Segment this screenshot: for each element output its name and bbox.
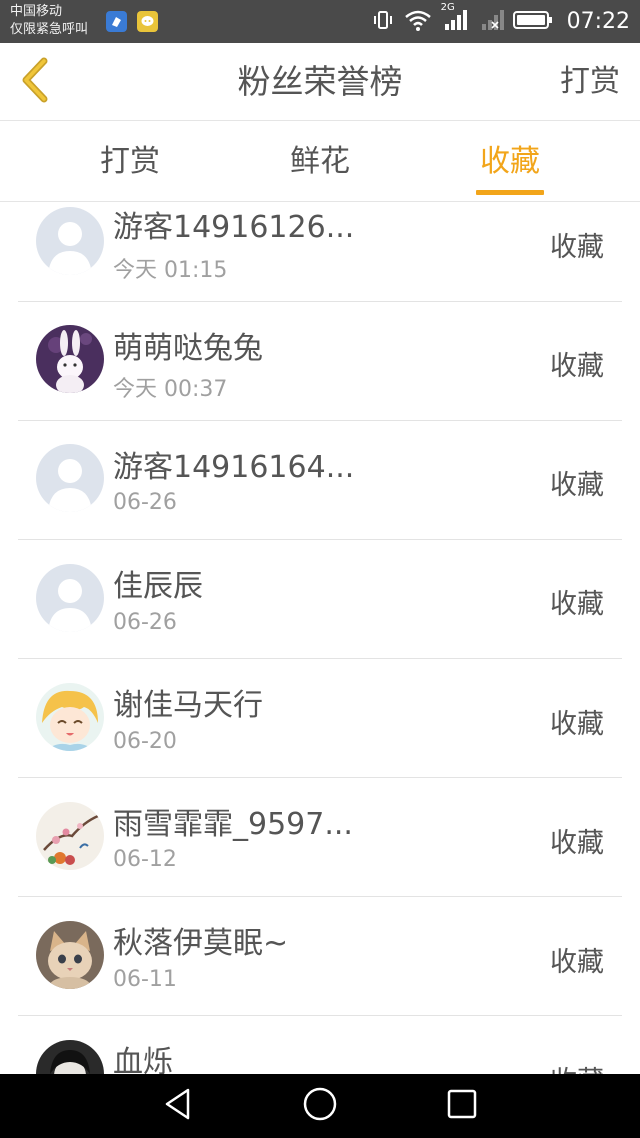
favorite-label: 收藏 xyxy=(550,828,604,859)
rabbit-avatar xyxy=(36,325,104,393)
list-item[interactable]: 血烁 收藏 xyxy=(0,1015,640,1074)
app-screen: 中国移动 仅限紧急呼叫 2G 07:22 粉丝荣誉榜 打赏 打赏 鲜花 收藏 游… xyxy=(0,0,640,1138)
fan-time: 06-11 xyxy=(113,967,177,992)
status-icons: 2G 07:22 xyxy=(371,0,630,43)
favorite-label: 收藏 xyxy=(550,709,604,740)
default-avatar xyxy=(36,444,104,512)
favorite-label: 收藏 xyxy=(550,589,604,620)
chat-notification-icon xyxy=(137,11,158,32)
tab-label: 打赏 xyxy=(100,144,160,179)
reward-button[interactable]: 打赏 xyxy=(560,43,620,121)
dark-avatar xyxy=(36,1040,104,1074)
list-item[interactable]: 游客14916126... 今天 01:15 收藏 xyxy=(0,203,640,302)
fan-time: 今天 00:37 xyxy=(113,377,228,402)
back-nav-button[interactable] xyxy=(158,1086,198,1126)
back-button[interactable] xyxy=(10,55,60,109)
tab-label: 鲜花 xyxy=(290,144,350,179)
network-type: 2G xyxy=(440,1,455,13)
system-nav-bar xyxy=(0,1074,640,1138)
fan-time: 06-20 xyxy=(113,729,177,754)
tab-bar: 打赏 鲜花 收藏 xyxy=(0,121,640,202)
list-item[interactable]: 萌萌哒兔兔 今天 00:37 收藏 xyxy=(0,301,640,421)
tab-reward[interactable]: 打赏 xyxy=(85,121,175,202)
signal-icon: 2G xyxy=(441,2,471,36)
default-avatar xyxy=(36,564,104,632)
favorite-label: 收藏 xyxy=(550,470,604,501)
wifi-icon xyxy=(403,8,433,36)
page-title: 粉丝荣誉榜 xyxy=(237,62,403,101)
favorite-label: 收藏 xyxy=(550,351,604,382)
status-bar: 中国移动 仅限紧急呼叫 2G 07:22 xyxy=(0,0,640,43)
tab-indicator xyxy=(476,190,544,195)
default-avatar xyxy=(36,207,104,275)
recents-nav-button[interactable] xyxy=(442,1086,482,1126)
triangle-back-icon xyxy=(162,1087,194,1125)
clock: 07:22 xyxy=(566,9,630,34)
tab-indicator xyxy=(286,190,354,195)
fan-time: 今天 01:15 xyxy=(113,258,228,283)
fan-time: 06-12 xyxy=(113,847,177,872)
home-nav-button[interactable] xyxy=(300,1086,340,1126)
carrier-name: 中国移动 xyxy=(10,4,63,19)
fan-name: 佳辰辰 xyxy=(113,569,203,604)
fan-name: 游客14916164... xyxy=(113,450,355,485)
flower-painting-avatar xyxy=(36,802,104,870)
square-recents-icon xyxy=(446,1088,478,1124)
app-notification-icon xyxy=(106,11,127,32)
title-bar: 粉丝荣誉榜 打赏 xyxy=(0,43,640,121)
tab-indicator xyxy=(96,190,164,195)
kitten-avatar xyxy=(36,921,104,989)
fan-name: 游客14916126... xyxy=(113,210,355,245)
fan-name: 血烁 xyxy=(113,1045,173,1074)
battery-icon xyxy=(512,8,553,36)
list-item[interactable]: 谢佳马天行 06-20 收藏 xyxy=(0,658,640,778)
fan-name: 谢佳马天行 xyxy=(113,688,263,723)
chevron-left-icon xyxy=(18,57,52,107)
fans-list[interactable]: 游客14916126... 今天 01:15 收藏 萌萌哒兔兔 今天 00:37… xyxy=(0,203,640,1074)
vibrate-icon xyxy=(371,8,395,36)
fan-time: 06-26 xyxy=(113,490,177,515)
tab-favorites[interactable]: 收藏 xyxy=(465,121,555,202)
tab-label: 收藏 xyxy=(480,144,540,179)
circle-home-icon xyxy=(302,1086,338,1126)
carrier-emergency: 仅限紧急呼叫 xyxy=(10,22,89,37)
anime-avatar xyxy=(36,683,104,751)
favorite-label: 收藏 xyxy=(550,947,604,978)
favorite-label: 收藏 xyxy=(550,1059,604,1074)
fan-name: 雨雪霏霏_9597... xyxy=(113,807,353,842)
list-item[interactable]: 秋落伊莫眠~ 06-11 收藏 xyxy=(0,896,640,1016)
list-item[interactable]: 雨雪霏霏_9597... 06-12 收藏 xyxy=(0,777,640,897)
list-item[interactable]: 游客14916164... 06-26 收藏 xyxy=(0,420,640,540)
carrier-info: 中国移动 仅限紧急呼叫 xyxy=(10,3,88,39)
list-item[interactable]: 佳辰辰 06-26 收藏 xyxy=(0,539,640,659)
fan-name: 萌萌哒兔兔 xyxy=(113,331,263,366)
fan-time: 06-26 xyxy=(113,610,177,635)
fan-name: 秋落伊莫眠~ xyxy=(113,926,289,961)
signal-x-icon xyxy=(479,8,505,36)
favorite-label: 收藏 xyxy=(550,232,604,263)
tab-flowers[interactable]: 鲜花 xyxy=(275,121,365,202)
